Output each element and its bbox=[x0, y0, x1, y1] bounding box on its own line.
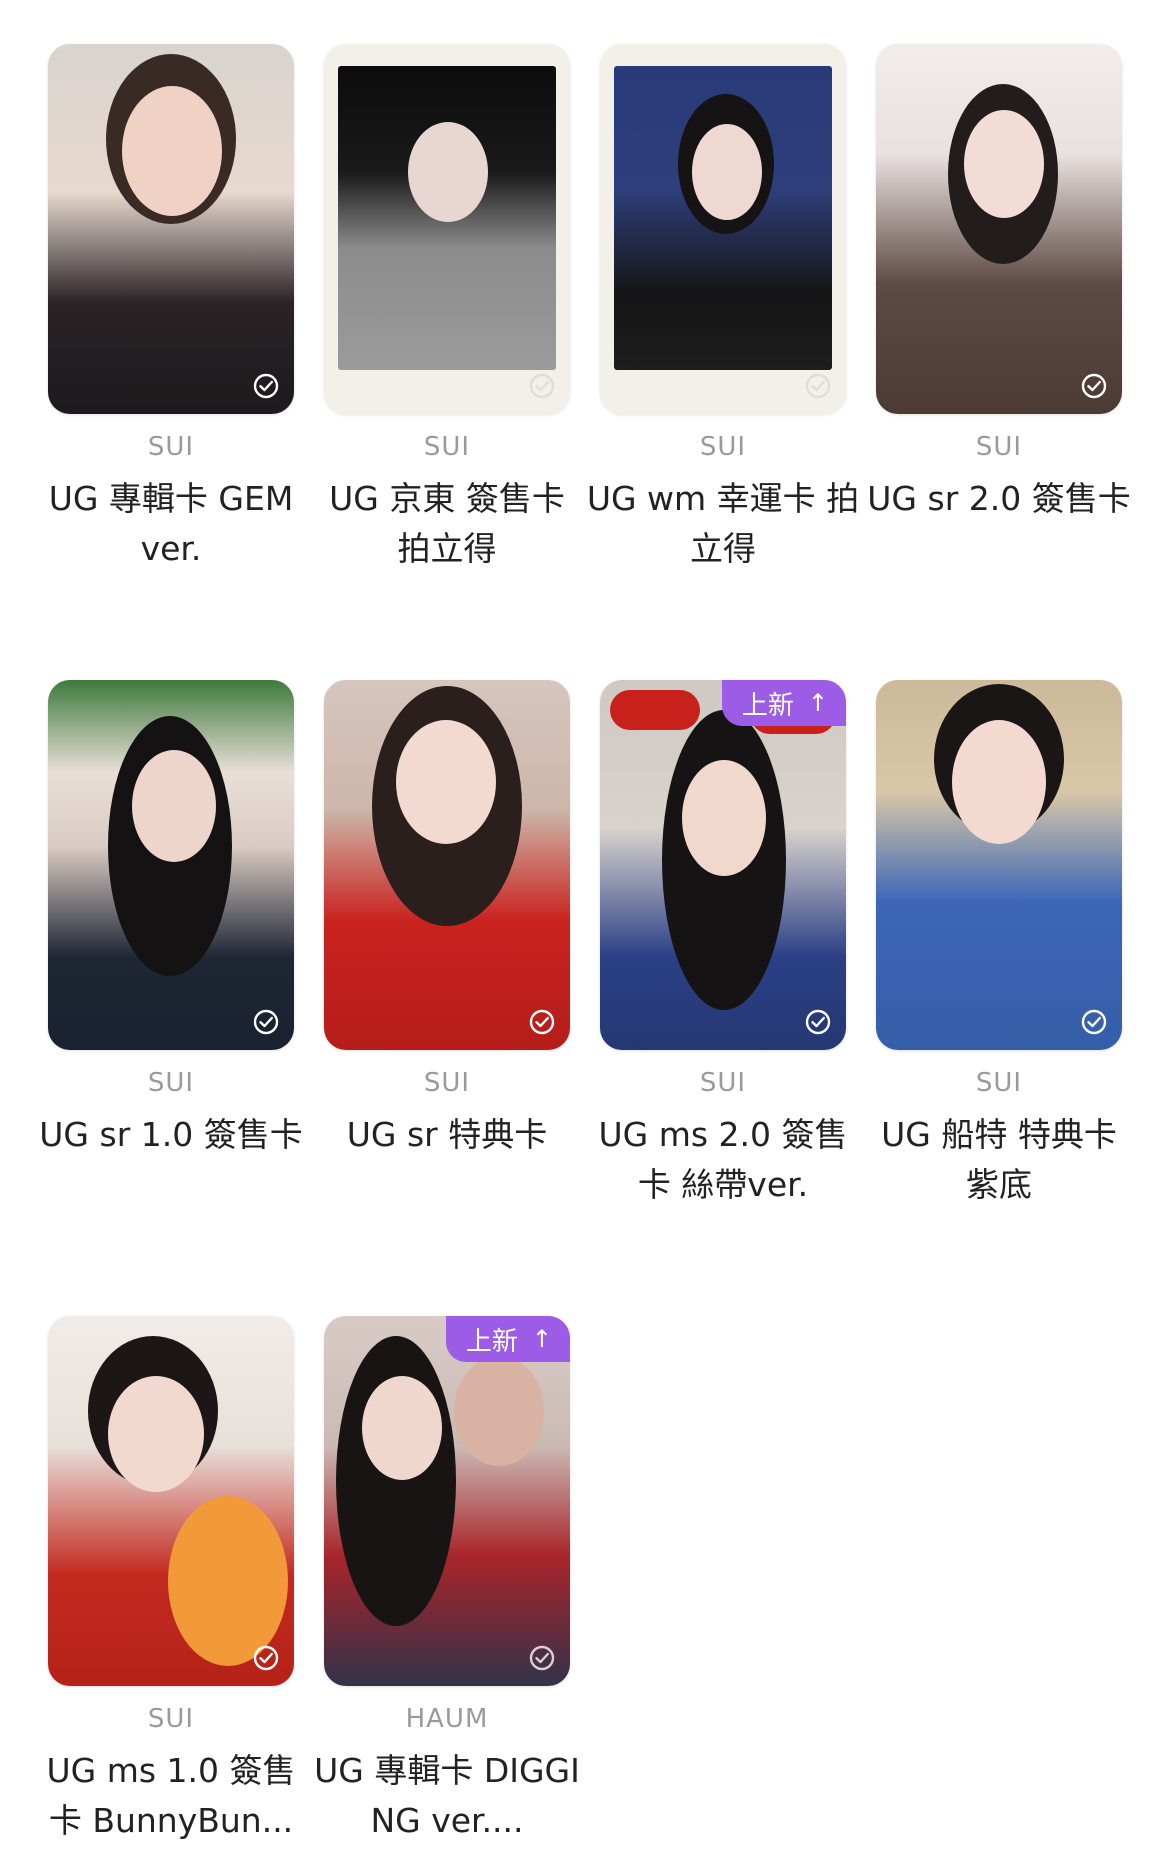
collected-check-icon bbox=[529, 373, 555, 399]
new-badge: 上新 ↑ bbox=[721, 680, 846, 726]
card-artist: SUI bbox=[699, 1068, 747, 1098]
card-artist: SUI bbox=[147, 1704, 195, 1734]
photocard-item[interactable]: SUI UG wm 幸運卡 拍立得 bbox=[587, 44, 859, 574]
photocard-image: 上新 ↑ bbox=[324, 1316, 570, 1686]
card-artist: SUI bbox=[147, 432, 195, 462]
card-title: UG wm 幸運卡 拍立得 bbox=[586, 479, 860, 568]
card-title: UG ms 2.0 簽售卡 絲帶ver. bbox=[598, 1115, 848, 1204]
photocard-image bbox=[48, 680, 294, 1050]
collected-check-icon bbox=[253, 373, 279, 399]
card-title: UG ms 1.0 簽售卡 BunnyBun... bbox=[46, 1751, 296, 1840]
photocard-item[interactable]: SUI UG 京東 簽售卡 拍立得 bbox=[324, 44, 570, 574]
photocard-image bbox=[48, 1316, 294, 1686]
arrow-up-icon: ↑ bbox=[807, 689, 828, 717]
new-badge-label: 上新 bbox=[465, 1326, 518, 1357]
card-title: UG sr 特典卡 bbox=[346, 1115, 548, 1154]
photocard-image bbox=[48, 44, 294, 414]
collected-check-icon bbox=[805, 373, 831, 399]
photocard-item[interactable]: SUI UG 專輯卡 GEM ver. bbox=[48, 44, 294, 574]
collected-check-icon bbox=[529, 1009, 555, 1035]
card-artist: SUI bbox=[423, 432, 471, 462]
card-artist: SUI bbox=[423, 1068, 471, 1098]
collected-check-icon bbox=[529, 1645, 555, 1671]
card-title: UG sr 2.0 簽售卡 bbox=[867, 479, 1131, 518]
photocard-item[interactable]: SUI UG ms 1.0 簽售卡 BunnyBun... bbox=[46, 1316, 296, 1846]
card-title: UG 船特 特典卡 紫底 bbox=[881, 1115, 1117, 1204]
photocard-image: 上新 ↑ bbox=[600, 680, 846, 1050]
arrow-up-icon: ↑ bbox=[531, 1325, 552, 1353]
photocard-item[interactable]: 上新 ↑ HAUM UG 專輯卡 DIGGING ver.... bbox=[314, 1316, 580, 1846]
photocard-item[interactable]: 上新 ↑ SUI UG ms 2.0 簽售卡 絲帶ver. bbox=[598, 680, 848, 1210]
photocard-image bbox=[600, 44, 846, 414]
card-title: UG sr 1.0 簽售卡 bbox=[39, 1115, 303, 1154]
photocard-image bbox=[324, 680, 570, 1050]
collected-check-icon bbox=[805, 1009, 831, 1035]
photocard-item[interactable]: SUI UG sr 2.0 簽售卡 bbox=[867, 44, 1131, 524]
collected-check-icon bbox=[253, 1009, 279, 1035]
card-artist: HAUM bbox=[405, 1704, 489, 1734]
collected-check-icon bbox=[253, 1645, 279, 1671]
new-badge: 上新 ↑ bbox=[445, 1316, 570, 1362]
card-artist: SUI bbox=[975, 432, 1023, 462]
photocard-image bbox=[876, 44, 1122, 414]
photocard-item[interactable]: SUI UG 船特 特典卡 紫底 bbox=[876, 680, 1122, 1210]
photocard-item[interactable]: SUI UG sr 特典卡 bbox=[324, 680, 570, 1160]
collected-check-icon bbox=[1081, 1009, 1107, 1035]
card-title: UG 專輯卡 GEM ver. bbox=[48, 479, 294, 568]
card-artist: SUI bbox=[147, 1068, 195, 1098]
photocard-image bbox=[324, 44, 570, 414]
photocard-item[interactable]: SUI UG sr 1.0 簽售卡 bbox=[39, 680, 303, 1160]
photocard-image bbox=[876, 680, 1122, 1050]
new-badge-label: 上新 bbox=[741, 690, 794, 721]
card-artist: SUI bbox=[699, 432, 747, 462]
card-title: UG 京東 簽售卡 拍立得 bbox=[329, 479, 565, 568]
card-title: UG 專輯卡 DIGGING ver.... bbox=[314, 1751, 580, 1840]
card-artist: SUI bbox=[975, 1068, 1023, 1098]
collected-check-icon bbox=[1081, 373, 1107, 399]
